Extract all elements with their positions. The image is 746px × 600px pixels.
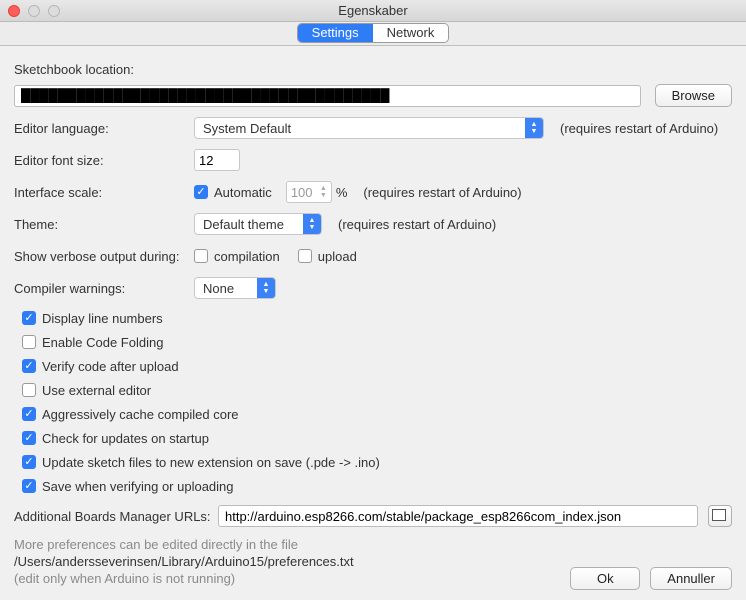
scale-value: 100 (291, 185, 313, 200)
opt-checkbox-7[interactable] (22, 479, 36, 493)
opt-label-0: Display line numbers (42, 311, 163, 326)
tab-bar: Settings Network (0, 22, 746, 46)
verbose-upload-label: upload (318, 249, 357, 264)
scale-label: Interface scale: (14, 185, 194, 200)
scale-value-stepper[interactable]: 100 ▲▼ (286, 181, 332, 203)
opt-label-7: Save when verifying or uploading (42, 479, 234, 494)
tab-network[interactable]: Network (373, 24, 449, 42)
opt-label-3: Use external editor (42, 383, 151, 398)
verbose-upload-checkbox[interactable] (298, 249, 312, 263)
boards-expand-button[interactable] (708, 505, 732, 527)
verbose-compilation-checkbox[interactable] (194, 249, 208, 263)
language-label: Editor language: (14, 121, 194, 136)
titlebar: Egenskaber (0, 0, 746, 22)
opt-checkbox-4[interactable] (22, 407, 36, 421)
ok-button[interactable]: Ok (570, 567, 640, 590)
window-stack-icon (714, 511, 726, 521)
fontsize-label: Editor font size: (14, 153, 194, 168)
opt-checkbox-1[interactable] (22, 335, 36, 349)
chevron-updown-icon: ▲▼ (303, 214, 321, 234)
opt-label-4: Aggressively cache compiled core (42, 407, 239, 422)
language-select[interactable]: System Default ▲▼ (194, 117, 544, 139)
scale-auto-label: Automatic (214, 185, 272, 200)
boards-label: Additional Boards Manager URLs: (14, 509, 218, 524)
theme-select[interactable]: Default theme ▲▼ (194, 213, 322, 235)
verbose-compilation-label: compilation (214, 249, 280, 264)
language-note: (requires restart of Arduino) (560, 121, 718, 136)
theme-value: Default theme (203, 217, 284, 232)
opt-checkbox-2[interactable] (22, 359, 36, 373)
opt-label-1: Enable Code Folding (42, 335, 163, 350)
scale-percent: % (336, 185, 348, 200)
opt-label-2: Verify code after upload (42, 359, 179, 374)
warnings-value: None (203, 281, 234, 296)
theme-note: (requires restart of Arduino) (338, 217, 496, 232)
window-title: Egenskaber (0, 3, 746, 18)
opt-label-5: Check for updates on startup (42, 431, 209, 446)
scale-auto-checkbox[interactable] (194, 185, 208, 199)
fontsize-input[interactable] (194, 149, 240, 171)
verbose-label: Show verbose output during: (14, 249, 194, 264)
opt-label-6: Update sketch files to new extension on … (42, 455, 380, 470)
scale-note: (requires restart of Arduino) (363, 185, 521, 200)
stepper-icon: ▲▼ (320, 185, 327, 199)
moreinfo-line1: More preferences can be edited directly … (14, 537, 732, 552)
language-value: System Default (203, 121, 291, 136)
chevron-updown-icon: ▲▼ (257, 278, 275, 298)
sketchbook-label: Sketchbook location: (14, 62, 134, 77)
theme-label: Theme: (14, 217, 194, 232)
opt-checkbox-3[interactable] (22, 383, 36, 397)
opt-checkbox-5[interactable] (22, 431, 36, 445)
cancel-button[interactable]: Annuller (650, 567, 732, 590)
chevron-updown-icon: ▲▼ (525, 118, 543, 138)
browse-button[interactable]: Browse (655, 84, 732, 107)
opt-checkbox-0[interactable] (22, 311, 36, 325)
sketchbook-input[interactable] (14, 85, 641, 107)
tab-settings[interactable]: Settings (298, 24, 373, 42)
warnings-label: Compiler warnings: (14, 281, 194, 296)
opt-checkbox-6[interactable] (22, 455, 36, 469)
warnings-select[interactable]: None ▲▼ (194, 277, 276, 299)
boards-urls-input[interactable] (218, 505, 698, 527)
